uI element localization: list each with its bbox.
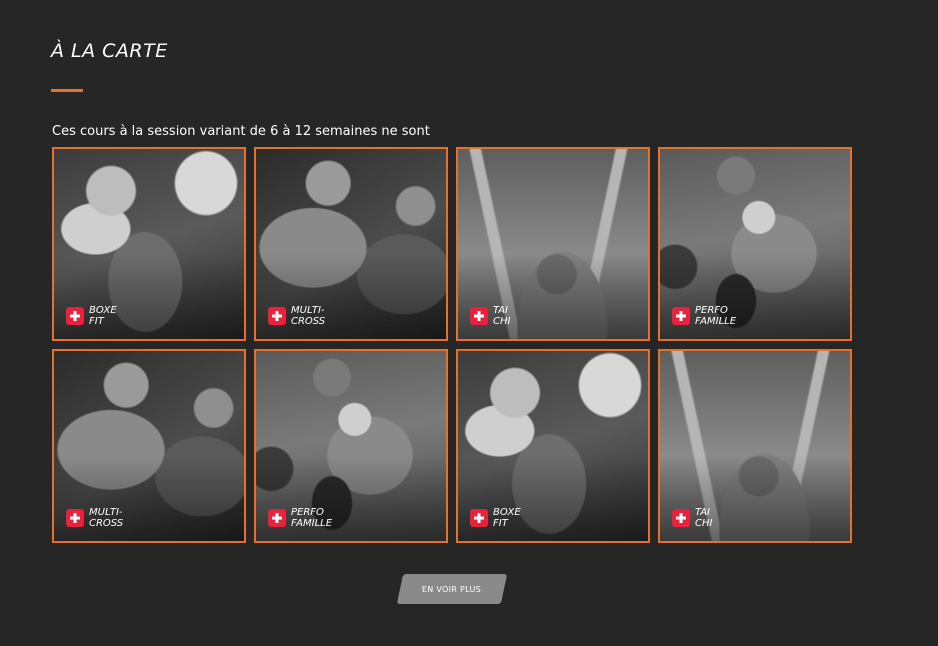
course-badge: BOXE FIT [66,305,117,327]
course-label-line2: CROSS [89,518,124,529]
course-label: TAI CHI [493,305,510,327]
plus-icon [268,307,286,325]
course-badge: MULTI- CROSS [268,305,325,327]
course-card-tai-chi[interactable]: TAI CHI [658,349,852,543]
course-card-boxe-fit[interactable]: BOXE FIT [52,147,246,341]
course-badge: MULTI- CROSS [66,507,123,529]
course-badge: PERFO FAMILLE [672,305,736,327]
course-card-multi-cross[interactable]: MULTI- CROSS [254,147,448,341]
course-label-line2: FIT [493,518,508,529]
course-label-line1: PERFO [695,305,728,316]
course-label-line1: PERFO [291,507,324,518]
course-label-line1: TAI [695,507,710,518]
section-intro: Ces cours à la session variant de 6 à 12… [52,124,430,139]
course-grid: BOXE FIT MULTI- CROSS TAI CHI PERFO FAMI… [52,147,852,543]
course-badge: TAI CHI [470,305,510,327]
plus-icon [268,509,286,527]
course-label-line2: FIT [89,316,104,327]
course-label: MULTI- CROSS [291,305,325,327]
course-label: BOXE FIT [89,305,117,327]
course-badge: TAI CHI [672,507,712,529]
course-label-line2: FAMILLE [695,316,737,327]
course-label-line1: MULTI- [89,507,123,518]
course-label: BOXE FIT [493,507,521,529]
course-label: MULTI- CROSS [89,507,123,529]
section-title: À LA CARTE [51,40,168,62]
plus-icon [672,307,690,325]
plus-icon [672,509,690,527]
course-badge: BOXE FIT [470,507,521,529]
plus-icon [470,307,488,325]
course-card-perfo-famille[interactable]: PERFO FAMILLE [658,147,852,341]
course-label-line1: TAI [493,305,508,316]
course-label-line2: CHI [695,518,713,529]
course-card-perfo-famille[interactable]: PERFO FAMILLE [254,349,448,543]
plus-icon [66,307,84,325]
course-label-line1: BOXE [493,507,521,518]
plus-icon [66,509,84,527]
course-label: PERFO FAMILLE [291,507,332,529]
course-label: PERFO FAMILLE [695,305,736,327]
course-card-boxe-fit[interactable]: BOXE FIT [456,349,650,543]
course-label: TAI CHI [695,507,712,529]
course-label-line2: CHI [493,316,511,327]
course-label-line1: BOXE [89,305,117,316]
course-badge: PERFO FAMILLE [268,507,332,529]
course-card-tai-chi[interactable]: TAI CHI [456,147,650,341]
course-label-line1: MULTI- [291,305,325,316]
see-more-button[interactable]: EN VOIR PLUS [396,574,508,604]
course-card-multi-cross[interactable]: MULTI- CROSS [52,349,246,543]
plus-icon [470,509,488,527]
course-label-line2: FAMILLE [291,518,333,529]
title-accent-bar [51,89,83,92]
see-more-label: EN VOIR PLUS [422,584,482,594]
course-label-line2: CROSS [291,316,326,327]
